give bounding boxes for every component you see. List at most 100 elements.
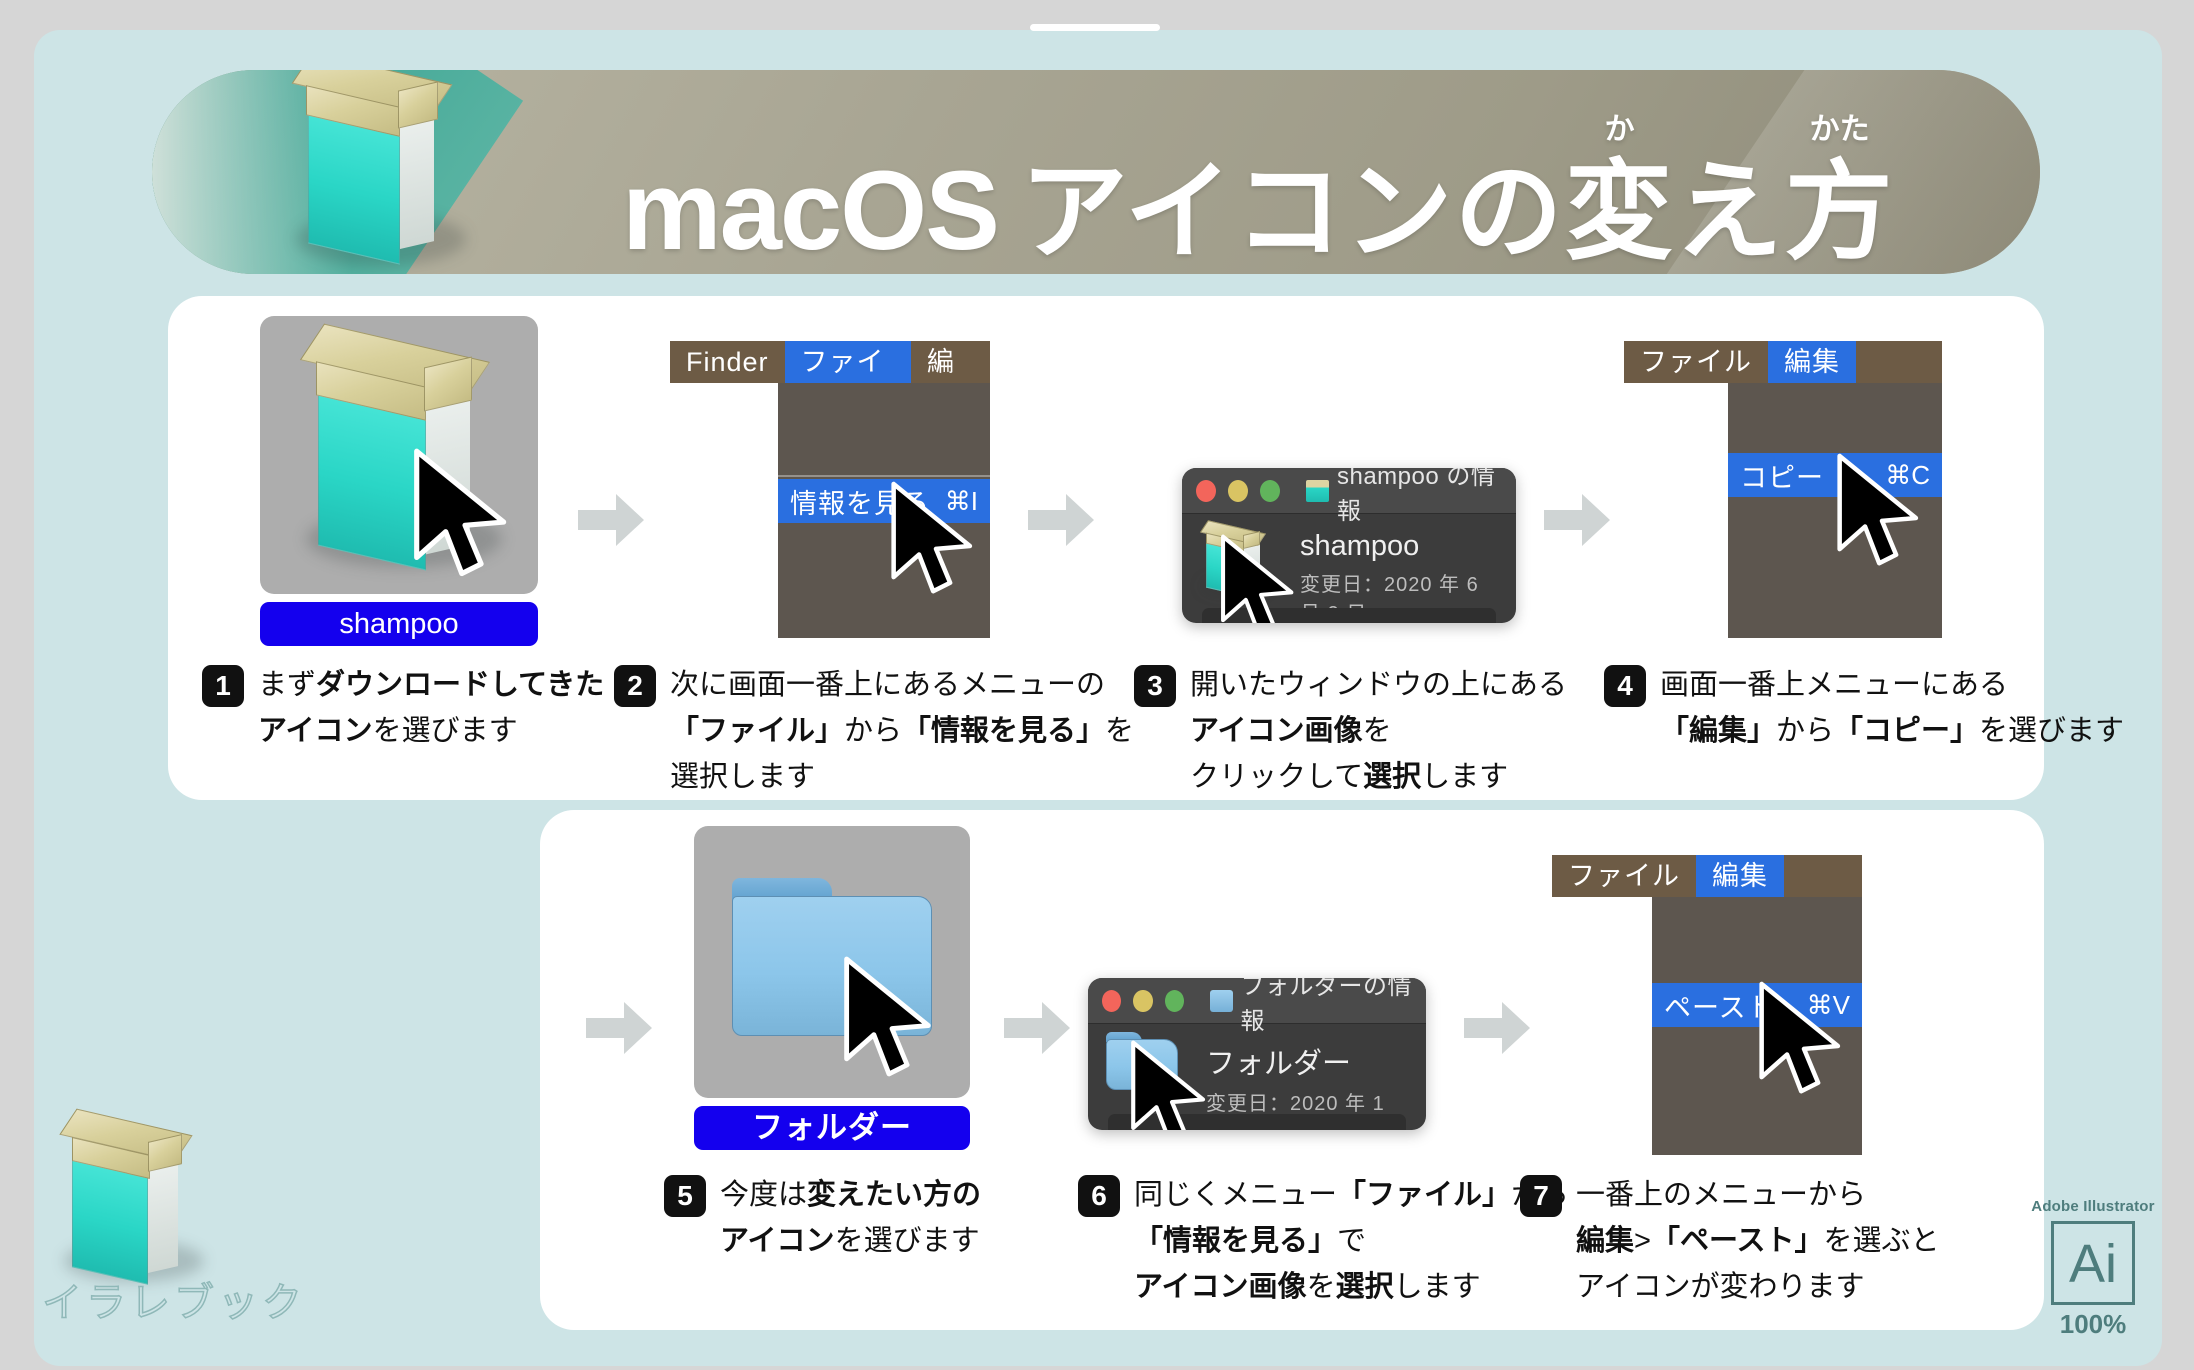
- step2-l2q1: 「ファイル」: [670, 715, 845, 747]
- arrow-step5-to-step6: [1004, 1000, 1070, 1056]
- step1-l2a: を選びます: [372, 715, 518, 747]
- folder-preview-icon[interactable]: [1106, 1032, 1178, 1090]
- menubar-item-edit[interactable]: 編集: [910, 341, 990, 383]
- watermark-bottle-icon: [59, 1108, 320, 1293]
- folder-icon-tile[interactable]: [694, 826, 970, 1098]
- close-button[interactable]: [1196, 479, 1216, 502]
- menubar-item-edit-step7[interactable]: 編集: [1696, 855, 1784, 897]
- step3-l3b: 選択: [1363, 761, 1422, 793]
- shampoo-icon-tile[interactable]: [260, 316, 538, 594]
- step6-l3b: アイコン画像: [1134, 1271, 1307, 1303]
- step-4-caption: 4 画面一番上メニューにある 「編集」から「コピー」を選びます: [1604, 662, 2124, 754]
- ruby-text-ka: か: [1604, 112, 1635, 146]
- step-1-number: 1: [202, 665, 244, 707]
- step-2-text: 次に画面一番上にあるメニューの 「ファイル」から「情報を見る」を 選択します: [670, 662, 1134, 800]
- info-window-folder[interactable]: フォルダーの情報 フォルダー 変更日：2020 年 1 月 27 日: [1088, 978, 1426, 1130]
- step7-l3: アイコンが変わります: [1576, 1271, 1865, 1303]
- menubar-item-edit-step4[interactable]: 編集: [1768, 341, 1856, 383]
- step6-l1b: 「ファイル」: [1337, 1179, 1512, 1211]
- step5-l2b: アイコン: [720, 1225, 835, 1257]
- step3-l2a: を: [1362, 715, 1392, 747]
- step7-l2a: を選ぶと: [1823, 1225, 1940, 1257]
- menu-item-paste-label: ペースト: [1664, 992, 1775, 1023]
- menubar-step2: Finder ファイル 編集: [670, 341, 990, 383]
- kanji-kata: 方: [1784, 150, 1895, 272]
- step7-l2b2: 「ペースト」: [1650, 1225, 1824, 1257]
- info-folder-section-strip: [1108, 1114, 1406, 1130]
- step2-l2m: から: [844, 715, 903, 747]
- folder-icon: [732, 878, 932, 1036]
- step-3-number: 3: [1134, 665, 1176, 707]
- kanji-kae: 変: [1564, 150, 1675, 272]
- menu-item-copy[interactable]: コピー ⌘C: [1728, 453, 1942, 497]
- step4-l2m: から: [1776, 715, 1835, 747]
- menu-item-get-info[interactable]: 情報を見る ⌘I: [778, 479, 990, 523]
- menubar-spacer-step7: [1784, 855, 1862, 897]
- folder-icon-label[interactable]: フォルダー: [694, 1106, 970, 1150]
- step7-l2m: >: [1634, 1225, 1651, 1257]
- page-title-jp: アイコンのか変え かた方: [1020, 114, 1895, 265]
- step3-l2b: アイコン画像: [1190, 715, 1363, 747]
- shampoo-icon-label[interactable]: shampoo: [260, 602, 538, 646]
- step3-l3c: します: [1421, 761, 1509, 793]
- info-window-folder-body: フォルダー 変更日：2020 年 1 月 27 日: [1088, 1024, 1426, 1130]
- step6-l3a: します: [1393, 1271, 1481, 1303]
- page-title-jp-prefix: アイコンの: [1019, 150, 1565, 272]
- step5-l2a: を選びます: [834, 1225, 980, 1257]
- step6-l2a: で: [1337, 1225, 1367, 1257]
- page-title-latin: macOS: [622, 148, 1000, 273]
- menubar-item-file[interactable]: ファイル: [784, 341, 911, 383]
- step4-l2e: を選びます: [1979, 715, 2125, 747]
- menubar-step4: ファイル 編集: [1624, 341, 1942, 383]
- step3-l3a: クリックして: [1190, 761, 1364, 793]
- step-7-text: 一番上のメニューから 編集>「ペースト」を選ぶと アイコンが変わります: [1576, 1172, 1940, 1310]
- step2-l2q2: 「情報を見る」: [902, 715, 1106, 747]
- step-4-number: 4: [1604, 665, 1646, 707]
- menu-item-copy-shortcut: ⌘C: [1885, 459, 1930, 490]
- zoom-button[interactable]: [1259, 479, 1280, 502]
- info-folder-name: フォルダー: [1206, 1048, 1352, 1080]
- step6-l3b2: 選択: [1335, 1271, 1394, 1303]
- minimize-button-folder[interactable]: [1133, 989, 1153, 1012]
- close-button-folder[interactable]: [1102, 989, 1122, 1012]
- menu-mock-edit-paste: ファイル 編集 ペースト ⌘V: [1552, 855, 1862, 1155]
- step-4-text: 画面一番上メニューにある 「編集」から「コピー」を選びます: [1660, 662, 2124, 754]
- zoom-button-folder[interactable]: [1164, 989, 1184, 1012]
- header-banner: macOS アイコンのか変え かた方: [152, 70, 2040, 274]
- menubar-item-file-step7[interactable]: ファイル: [1552, 855, 1696, 897]
- step-6-text: 同じくメニュー「ファイル」から 「情報を見る」で アイコン画像を選択します: [1134, 1172, 1569, 1310]
- poster-canvas: macOS アイコンのか変えかた方 shampoo Finder ファイル 編集: [0, 0, 2194, 1370]
- step5-l1a: 今度は: [720, 1179, 808, 1211]
- step-5-text: 今度は変えたい方の アイコンを選びます: [720, 1172, 981, 1264]
- step6-l2b: 「情報を見る」: [1134, 1225, 1338, 1257]
- page-title-ruby-kata: かた方: [1785, 114, 1895, 265]
- menubar-item-finder[interactable]: Finder: [670, 341, 785, 383]
- info-window-shampoo[interactable]: shampoo の情報 shampoo 変更日：2020 年 6 月 2 日: [1182, 468, 1516, 623]
- minimize-button[interactable]: [1227, 479, 1248, 502]
- banner-shampoo-bottle-icon: [291, 70, 472, 274]
- ruby-text-kata: かた: [1809, 112, 1870, 146]
- file-dropdown-menu: 情報を見る ⌘I: [778, 383, 990, 638]
- folder-titlebar-icon: [1209, 989, 1233, 1012]
- step-7-caption: 7 一番上のメニューから 編集>「ペースト」を選ぶと アイコンが変わります: [1520, 1172, 1940, 1310]
- step-3-caption: 3 開いたウィンドウの上にある アイコン画像を クリックして選択します: [1134, 662, 1567, 800]
- page-title: macOS アイコンのか変え かた方: [622, 114, 1895, 273]
- step6-l3m: を: [1306, 1271, 1336, 1303]
- menu-separator: [778, 475, 990, 477]
- ai-badge-caption: Adobe Illustrator: [2031, 1198, 2155, 1215]
- step3-l1: 開いたウィンドウの上にある: [1190, 669, 1568, 701]
- step-7-number: 7: [1520, 1175, 1562, 1217]
- menu-item-paste[interactable]: ペースト ⌘V: [1652, 983, 1862, 1027]
- arrow-step3-to-step4: [1544, 492, 1610, 548]
- menubar-item-file-step4[interactable]: ファイル: [1624, 341, 1768, 383]
- step-5-caption: 5 今度は変えたい方の アイコンを選びます: [664, 1172, 981, 1264]
- step-1-caption: 1 まずダウンロードしてきた アイコンを選びます: [202, 662, 604, 754]
- menu-item-get-info-label: 情報を見る: [790, 488, 930, 519]
- arrow-step1-to-step2: [578, 492, 644, 548]
- arrow-step2-to-step3: [1028, 492, 1094, 548]
- shampoo-preview-icon[interactable]: [1199, 520, 1272, 597]
- edit-dropdown-menu: コピー ⌘C: [1728, 383, 1942, 638]
- adobe-illustrator-badge: Adobe Illustrator Ai 100%: [2030, 1198, 2156, 1340]
- step5-l1b: 変えたい方の: [807, 1179, 982, 1211]
- step-3-text: 開いたウィンドウの上にある アイコン画像を クリックして選択します: [1190, 662, 1567, 800]
